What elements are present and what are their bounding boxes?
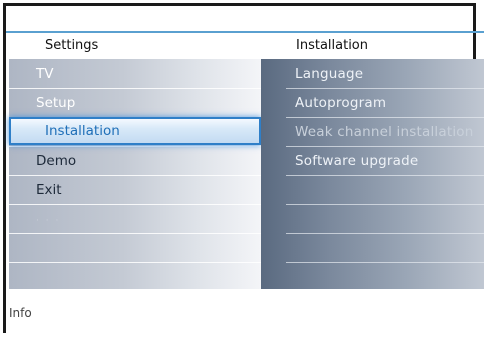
submenu-item-autoprogram[interactable]: Autoprogram: [295, 95, 386, 111]
main-menu-panel: [9, 59, 261, 289]
row-divider: [9, 175, 261, 176]
info-label: Info: [9, 306, 32, 320]
row-divider: [286, 88, 484, 89]
menu-item-setup[interactable]: Setup: [36, 95, 75, 111]
row-divider: [286, 117, 484, 118]
installation-title: Installation: [296, 38, 369, 53]
row-divider: [286, 204, 484, 205]
submenu-item-language[interactable]: Language: [295, 66, 363, 82]
row-divider: [286, 175, 484, 176]
submenu-panel: Language Autoprogram Weak channel instal…: [261, 59, 484, 289]
info-area: [6, 289, 484, 333]
menu-header: [6, 6, 473, 62]
row-divider: [9, 262, 261, 263]
menu-item-exit[interactable]: Exit: [36, 182, 62, 198]
row-divider: [9, 233, 261, 234]
row-divider: [9, 146, 261, 147]
row-divider: [286, 262, 484, 263]
row-divider: [9, 88, 261, 89]
menu-item-tv[interactable]: TV: [36, 66, 53, 82]
menu-item-label: Installation: [45, 123, 120, 139]
menu-item-installation[interactable]: Installation: [9, 117, 261, 145]
row-divider: [9, 204, 261, 205]
submenu-item-software-upgrade[interactable]: Software upgrade: [295, 153, 418, 169]
submenu-item-weak-channel[interactable]: Weak channel installation: [295, 124, 474, 140]
row-divider: [286, 146, 484, 147]
row-divider: [286, 233, 484, 234]
menu-item-demo[interactable]: Demo: [36, 153, 76, 169]
settings-title: Settings: [45, 38, 99, 53]
more-indicator: · · ·: [36, 216, 61, 226]
header-divider: [6, 31, 484, 33]
